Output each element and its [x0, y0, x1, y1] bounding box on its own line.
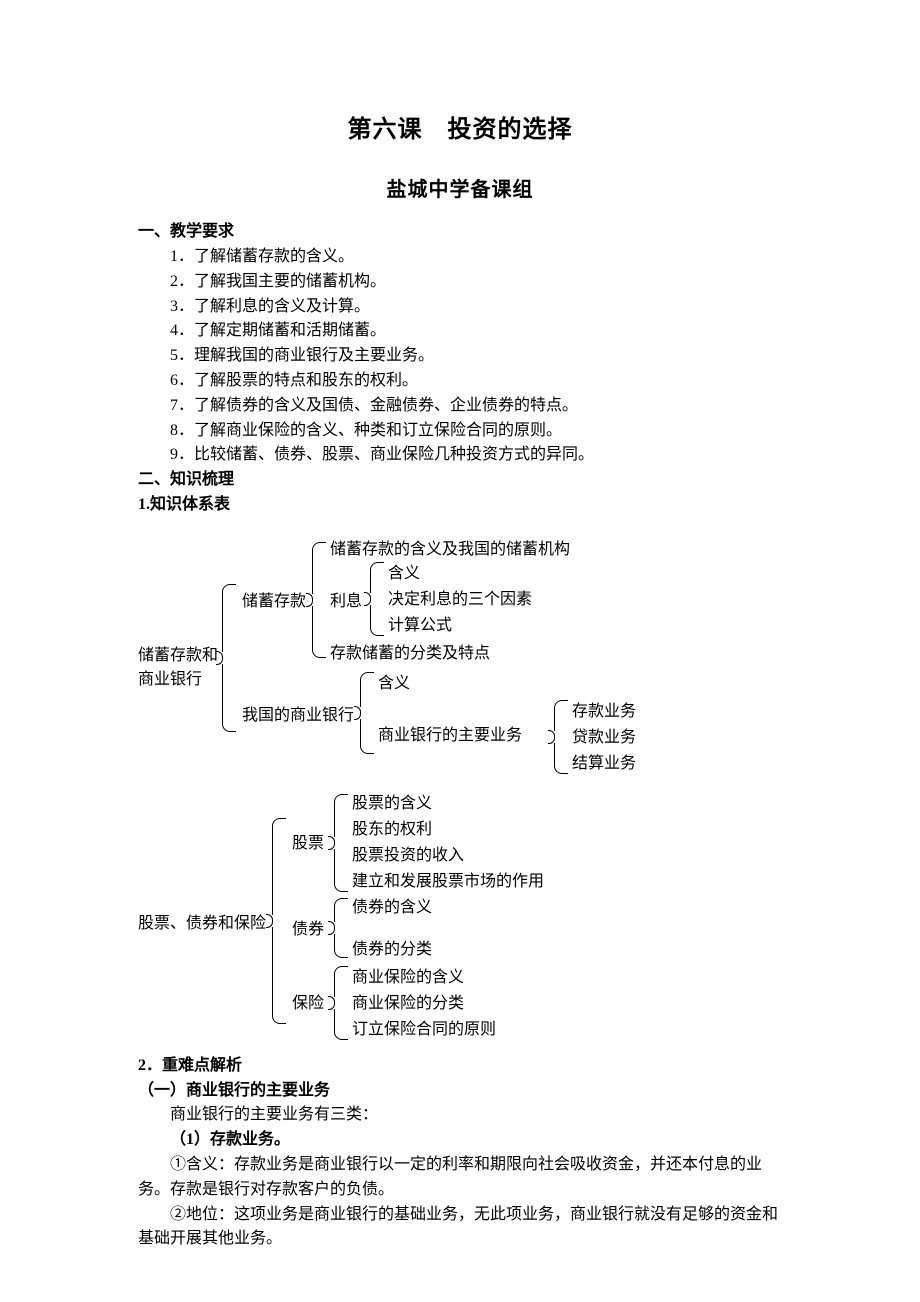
- diagram-leaf-settlement-business: 结算业务: [572, 752, 636, 777]
- diagram-leaf-interest-formula: 计算公式: [388, 614, 452, 639]
- brace-icon: [370, 562, 384, 636]
- diagram-leaf-stock-definition: 股票的含义: [352, 792, 432, 817]
- diagram-leaf-insurance-contract: 订立保险合同的原则: [352, 1018, 496, 1043]
- diagram-leaf-interest-factors: 决定利息的三个因素: [388, 588, 532, 613]
- knowledge-subheading-1: 1.知识体系表: [138, 493, 782, 518]
- requirement-item: 4．了解定期储蓄和活期储蓄。: [138, 319, 782, 344]
- diagram-leaf-deposit-business: 存款业务: [572, 700, 636, 725]
- diagram-leaf-insurance-types: 商业保险的分类: [352, 992, 464, 1017]
- diagram-leaf-stock-market-role: 建立和发展股票市场的作用: [352, 870, 544, 895]
- brace-icon: [222, 584, 236, 732]
- requirement-item: 3．了解利息的含义及计算。: [138, 295, 782, 320]
- page-title: 第六课 投资的选择: [138, 112, 782, 149]
- diagram-leaf-bond-definition: 债券的含义: [352, 896, 432, 921]
- analysis-sub-1-1: （1）存款业务。: [138, 1128, 782, 1153]
- diagram-leaf-interest-definition: 含义: [388, 562, 420, 587]
- diagram-root-stock-bond-insurance: 股票、债券和保险: [138, 912, 266, 937]
- section-heading-knowledge: 二、知识梳理: [138, 468, 782, 493]
- diagram-node-stock: 股票: [292, 832, 324, 857]
- requirement-item: 9．比较储蓄、债券、股票、商业保险几种投资方式的异同。: [138, 443, 782, 468]
- diagram-leaf-savings-types: 存款储蓄的分类及特点: [330, 642, 490, 667]
- diagram-root-savings-bank-line2: 商业银行: [138, 668, 202, 693]
- diagram-node-commercial-bank: 我国的商业银行: [242, 704, 354, 729]
- page-subtitle: 盐城中学备课组: [138, 175, 782, 206]
- brace-icon: [272, 818, 286, 1024]
- brace-icon: [360, 672, 374, 754]
- diagram-leaf-insurance-definition: 商业保险的含义: [352, 966, 464, 991]
- diagram-node-savings: 储蓄存款: [242, 590, 306, 615]
- brace-icon: [334, 794, 348, 892]
- brace-icon: [312, 542, 326, 658]
- diagram-node-interest: 利息: [330, 590, 362, 615]
- analysis-heading: 2．重难点解析: [138, 1054, 782, 1079]
- brace-icon: [334, 966, 348, 1040]
- knowledge-diagram: 储蓄存款和 商业银行 储蓄存款 储蓄存款的含义及我国的储蓄机构 利息 存款储蓄的…: [138, 522, 782, 1052]
- requirement-item: 1．了解储蓄存款的含义。: [138, 245, 782, 270]
- diagram-node-bank-business: 商业银行的主要业务: [378, 724, 522, 749]
- brace-icon: [554, 700, 568, 774]
- requirement-item: 7．了解债券的含义及国债、金融债券、企业债券的特点。: [138, 394, 782, 419]
- requirement-item: 8．了解商业保险的含义、种类和订立保险合同的原则。: [138, 419, 782, 444]
- diagram-root-savings-bank-line1: 储蓄存款和: [138, 644, 218, 669]
- diagram-node-bond: 债券: [292, 918, 324, 943]
- section-heading-requirements: 一、教学要求: [138, 220, 782, 245]
- diagram-node-insurance: 保险: [292, 992, 324, 1017]
- diagram-leaf-stock-income: 股票投资的收入: [352, 844, 464, 869]
- diagram-leaf-shareholder-rights: 股东的权利: [352, 818, 432, 843]
- diagram-leaf-bond-types: 债券的分类: [352, 938, 432, 963]
- analysis-p3: ②地位：这项业务是商业银行的基础业务，无此项业务，商业银行就没有足够的资金和基础…: [138, 1203, 782, 1253]
- diagram-leaf-savings-definition: 储蓄存款的含义及我国的储蓄机构: [330, 538, 570, 563]
- requirement-item: 2．了解我国主要的储蓄机构。: [138, 270, 782, 295]
- brace-icon: [334, 898, 348, 958]
- requirements-list: 1．了解储蓄存款的含义。 2．了解我国主要的储蓄机构。 3．了解利息的含义及计算…: [138, 245, 782, 468]
- analysis-p2: ①含义：存款业务是商业银行以一定的利率和期限向社会吸收资金，并还本付息的业务。存…: [138, 1153, 782, 1203]
- diagram-leaf-loan-business: 贷款业务: [572, 726, 636, 751]
- diagram-leaf-bank-definition: 含义: [378, 672, 410, 697]
- requirement-item: 5．理解我国的商业银行及主要业务。: [138, 344, 782, 369]
- analysis-p1: 商业银行的主要业务有三类：: [138, 1103, 782, 1128]
- requirement-item: 6．了解股票的特点和股东的权利。: [138, 369, 782, 394]
- analysis-sub-1: （一）商业银行的主要业务: [138, 1079, 782, 1104]
